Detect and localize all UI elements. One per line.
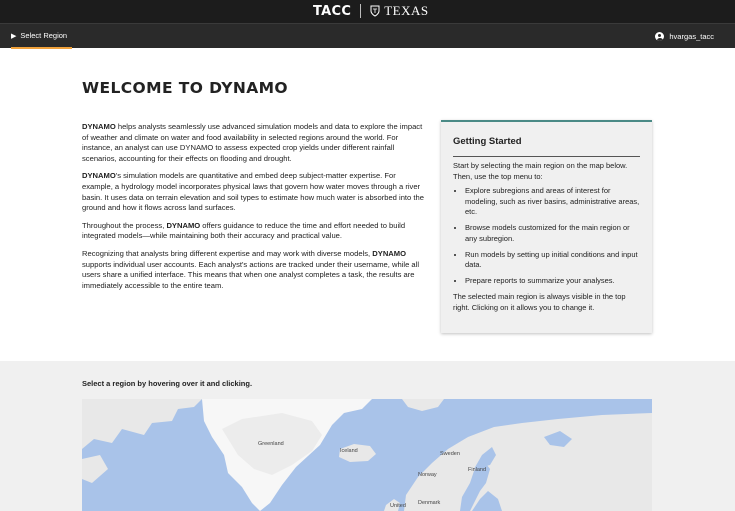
ut-shield-icon [370,5,380,17]
card-divider [453,156,640,157]
select-region-menu[interactable]: ▶ Select Region [11,24,72,49]
texas-logo-text: TEXAS [384,3,429,18]
list-item: Prepare reports to summarize your analys… [465,276,641,287]
intro-text: DYNAMO helps analysts seamlessly use adv… [82,122,424,298]
user-name: hvargas_tacc [669,32,714,41]
user-menu[interactable]: hvargas_tacc [655,24,714,49]
select-region-label: Select Region [20,31,68,40]
region-map[interactable]: Greenland Iceland Sweden Finland Norway … [82,399,652,511]
list-item: Browse models customized for the main re… [465,223,641,244]
getting-started-list: Explore subregions and areas of interest… [465,186,641,287]
texas-logo[interactable]: TEXAS [370,3,428,19]
map-label: Greenland [258,441,284,447]
play-triangle-icon: ▶ [11,32,17,40]
page-title: WELCOME TO DYNAMO [82,79,288,97]
header-logos: TACC TEXAS [313,3,429,19]
map-label: United [390,503,406,509]
map-instruction: Select a region by hovering over it and … [82,379,253,388]
map-label: Sweden [440,451,460,457]
top-header-bar: TACC TEXAS [0,0,735,23]
map-graphic[interactable] [82,399,652,511]
getting-started-lead: Start by selecting the main region on th… [453,161,628,181]
map-label: Denmark [418,500,441,506]
intro-paragraph: DYNAMO helps analysts seamlessly use adv… [82,122,423,163]
nav-bar: ▶ Select Region hvargas_tacc [0,23,735,49]
intro-paragraph: Throughout the process, DYNAMO offers gu… [82,220,406,241]
getting-started-card: Getting Started Start by selecting the m… [441,120,652,333]
getting-started-title: Getting Started [453,136,522,147]
getting-started-body: Start by selecting the main region on th… [453,161,641,313]
list-item: Explore subregions and areas of interest… [465,186,641,218]
map-label: Iceland [340,448,358,454]
intro-paragraph: DYNAMO's simulation models are quantitat… [82,171,424,213]
user-avatar-icon [655,32,665,41]
list-item: Run models by setting up initial conditi… [465,250,641,271]
logo-divider [360,4,362,18]
tacc-logo[interactable]: TACC [313,4,351,19]
getting-started-footer: The selected main region is always visib… [453,292,626,312]
map-label: Norway [418,472,437,478]
intro-paragraph: Recognizing that analysts bring differen… [82,248,420,290]
map-label: Finland [468,467,487,473]
